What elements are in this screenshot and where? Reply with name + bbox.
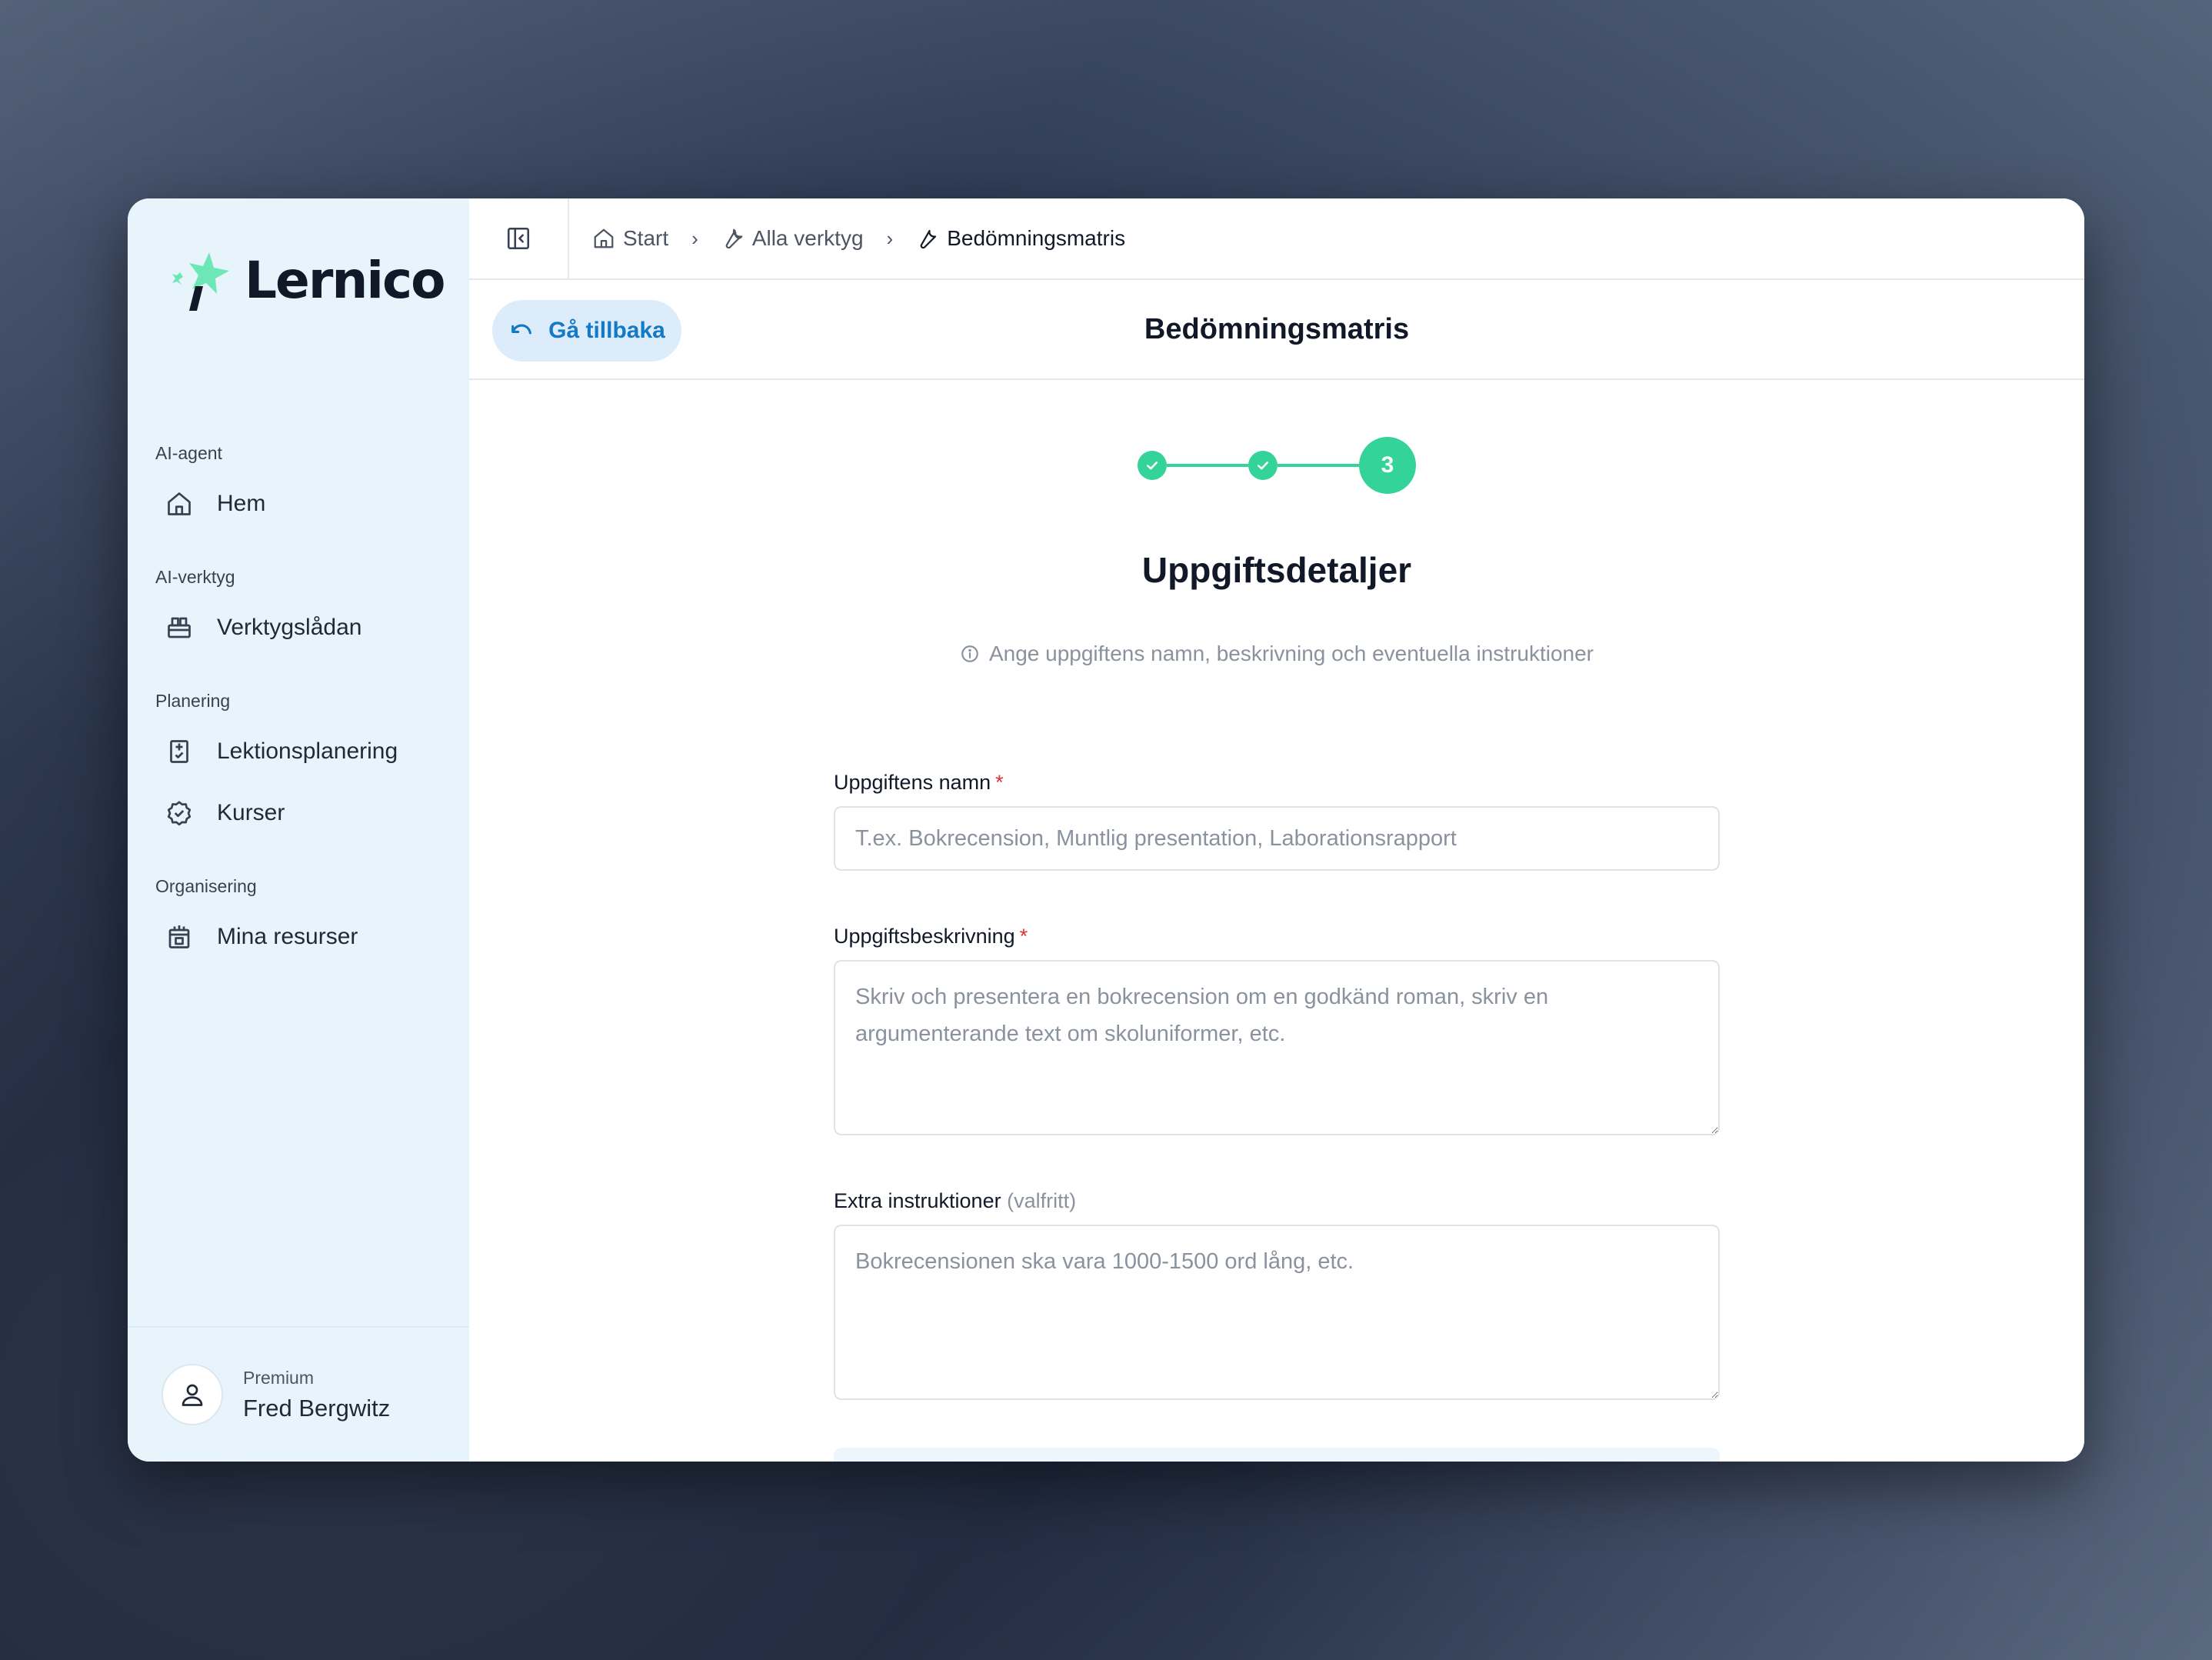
sidebar: Lernico AI-agent Hem AI-verktyg Verktygs… xyxy=(128,198,469,1462)
step-current: 3 xyxy=(1359,437,1416,494)
sidebar-item-label: Lektionsplanering xyxy=(217,738,398,764)
breadcrumb-current[interactable]: Bedömningsmatris xyxy=(916,226,1125,251)
sidebar-item-kurser[interactable]: Kurser xyxy=(155,790,454,836)
main-area: Start › Alla verktyg › Bedömningsmatris … xyxy=(469,198,2084,1462)
step-completed[interactable] xyxy=(1248,451,1278,480)
page-title: Bedömningsmatris xyxy=(1144,312,1410,345)
panel-collapse-icon xyxy=(507,227,530,250)
calendar-resources-icon xyxy=(165,922,194,952)
breadcrumb-label: Bedömningsmatris xyxy=(947,226,1126,250)
nav-section-label: AI-verktyg xyxy=(155,567,235,587)
sidebar-nav: AI-agent Hem AI-verktyg Verktygslådan Pl… xyxy=(155,443,454,1000)
task-name-input[interactable] xyxy=(834,806,1720,871)
toolbox-icon xyxy=(165,613,194,642)
breadcrumb-label: Start xyxy=(623,226,669,250)
required-mark: * xyxy=(995,771,1004,794)
nav-group-organisering: Organisering Mina resurser xyxy=(155,876,454,960)
section-hint: Ange uppgiftens namn, beskrivning och ev… xyxy=(469,642,2084,666)
hint-text: Ange uppgiftens namn, beskrivning och ev… xyxy=(988,642,1594,665)
task-name-label: Uppgiftens namn * xyxy=(834,771,1004,795)
required-mark: * xyxy=(1019,925,1028,948)
user-info: Premium Fred Bergwitz xyxy=(243,1368,390,1422)
nav-group-ai-tools: AI-verktyg Verktygslådan xyxy=(155,567,454,651)
extra-instructions-label: Extra instruktioner (valfritt) xyxy=(834,1189,1076,1213)
task-description-label: Uppgiftsbeskrivning * xyxy=(834,925,1028,948)
field-label-text: Extra instruktioner xyxy=(834,1189,1001,1212)
back-button-label: Gå tillbaka xyxy=(548,318,665,343)
nav-group-ai-agent: AI-agent Hem xyxy=(155,443,454,527)
brand-name: Lernico xyxy=(245,250,445,310)
sidebar-toggle-button[interactable] xyxy=(469,198,569,278)
sidebar-item-label: Mina resurser xyxy=(217,924,358,949)
user-icon xyxy=(182,1384,203,1406)
breadcrumb-start[interactable]: Start xyxy=(592,226,668,251)
lesson-plan-icon xyxy=(165,737,194,766)
task-description-textarea[interactable] xyxy=(834,960,1720,1135)
sparkle-logo-icon xyxy=(172,252,229,311)
sidebar-item-mina-resurser[interactable]: Mina resurser xyxy=(155,914,454,960)
breadcrumb-all-tools[interactable]: Alla verktyg xyxy=(721,226,864,251)
info-icon xyxy=(961,645,978,662)
user-name: Fred Bergwitz xyxy=(243,1394,391,1422)
section-title: Uppgiftsdetaljer xyxy=(1141,550,1412,590)
wrench-icon xyxy=(725,228,743,249)
nav-section-label: Planering xyxy=(155,691,231,711)
sidebar-item-hem[interactable]: Hem xyxy=(155,481,454,527)
sidebar-item-label: Verktygslådan xyxy=(217,615,362,640)
breadcrumb: Start › Alla verktyg › Bedömningsmatris xyxy=(569,226,1125,251)
field-label-text: Uppgiftens namn xyxy=(834,771,991,794)
badge-check-icon xyxy=(165,798,194,828)
check-icon xyxy=(1257,462,1269,470)
sidebar-item-label: Kurser xyxy=(217,800,285,825)
chevron-right-icon: › xyxy=(691,226,698,250)
breadcrumb-label: Alla verktyg xyxy=(751,226,864,250)
nav-section-label: AI-agent xyxy=(155,443,222,463)
optional-mark: (valfritt) xyxy=(1007,1189,1077,1212)
user-tier: Premium xyxy=(243,1367,315,1388)
avatar xyxy=(162,1364,223,1425)
top-bar: Start › Alla verktyg › Bedömningsmatris xyxy=(469,198,2084,280)
chevron-right-icon: › xyxy=(886,226,894,250)
stepper: 3 xyxy=(469,437,2084,494)
step-connector xyxy=(1167,464,1248,467)
home-icon xyxy=(165,489,194,518)
back-button[interactable]: Gå tillbaka xyxy=(492,300,681,362)
user-profile[interactable]: Premium Fred Bergwitz xyxy=(128,1326,469,1462)
home-icon xyxy=(594,228,614,248)
page-header: Gå tillbaka Bedömningsmatris xyxy=(469,280,2084,380)
field-label-text: Uppgiftsbeskrivning xyxy=(834,925,1015,948)
step-completed[interactable] xyxy=(1138,451,1167,480)
sidebar-item-verktygsladan[interactable]: Verktygslådan xyxy=(155,605,454,651)
check-icon xyxy=(1146,462,1158,470)
nav-section-label: Organisering xyxy=(155,876,257,896)
next-section-edge xyxy=(834,1448,1720,1462)
step-connector xyxy=(1278,464,1359,467)
wrench-icon xyxy=(920,229,937,249)
undo-arrow-icon xyxy=(511,324,532,335)
app-window: Lernico AI-agent Hem AI-verktyg Verktygs… xyxy=(128,198,2084,1462)
sidebar-item-lektionsplanering[interactable]: Lektionsplanering xyxy=(155,728,454,775)
sidebar-item-label: Hem xyxy=(217,491,266,516)
extra-instructions-textarea[interactable] xyxy=(834,1225,1720,1400)
nav-group-planering: Planering Lektionsplanering Kurser xyxy=(155,691,454,836)
brand-logo[interactable]: Lernico xyxy=(169,248,445,312)
